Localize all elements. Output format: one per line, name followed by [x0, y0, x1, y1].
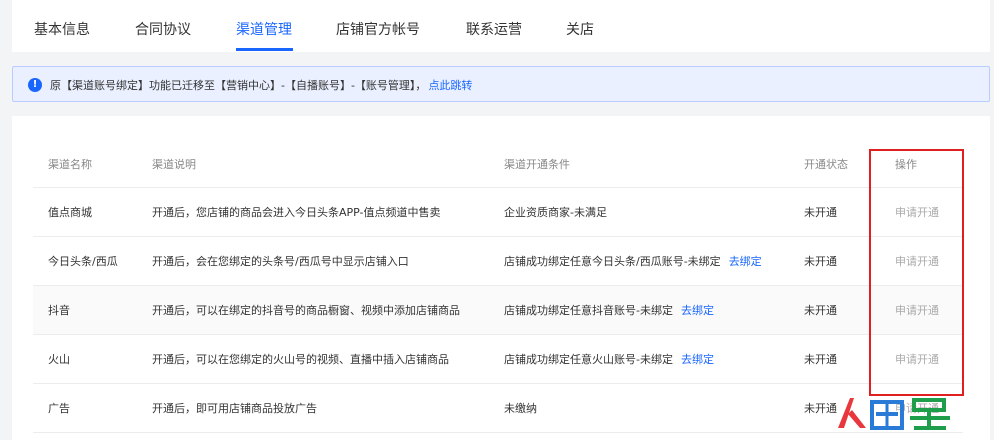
tab-close-store[interactable]: 关店: [566, 19, 594, 39]
header-channel-desc: 渠道说明: [152, 157, 196, 171]
tab-contract[interactable]: 合同协议: [135, 19, 191, 39]
active-tab-indicator: [236, 48, 293, 51]
tab-channel-management[interactable]: 渠道管理: [236, 19, 292, 39]
channel-status: 未开通: [804, 206, 837, 219]
bind-link[interactable]: 去绑定: [729, 253, 762, 269]
table-row: 抖音 开通后，可以在绑定的抖音号的商品橱窗、视频中添加店铺商品 店铺成功绑定任意…: [33, 286, 963, 335]
table-row: 广告 开通后，即可用店铺商品投放广告 未缴纳 未开通 申请开通: [33, 384, 963, 433]
notice-banner: ! 原【渠道账号绑定】功能已迁移至【营销中心】-【自播账号】-【账号管理】， 点此…: [12, 66, 990, 102]
bind-link[interactable]: 去绑定: [681, 302, 714, 318]
header-action: 操作: [895, 157, 917, 171]
bind-link[interactable]: 去绑定: [681, 351, 714, 367]
apply-open-button[interactable]: 申请开通: [895, 237, 939, 285]
apply-open-button[interactable]: 申请开通: [895, 188, 939, 236]
channel-name: 广告: [48, 402, 70, 415]
apply-open-button[interactable]: 申请开通: [895, 335, 939, 383]
table-row: 值点商城 开通后，您店铺的商品会进入今日头条APP-值点频道中售卖 企业资质商家…: [33, 188, 963, 237]
apply-open-button[interactable]: 申请开通: [895, 286, 939, 334]
channel-status: 未开通: [804, 255, 837, 268]
channel-desc: 开通后，可以在您绑定的火山号的视频、直播中插入店铺商品: [152, 353, 449, 366]
channel-desc: 开通后，可以在绑定的抖音号的商品橱窗、视频中添加店铺商品: [152, 304, 460, 317]
condition-text: 店铺成功绑定任意抖音账号-未绑定: [504, 304, 673, 317]
table-row: 火山 开通后，可以在您绑定的火山号的视频、直播中插入店铺商品 店铺成功绑定任意火…: [33, 335, 963, 384]
condition-text: 店铺成功绑定任意今日头条/西瓜账号-未绑定: [504, 255, 721, 268]
channel-name: 抖音: [48, 304, 70, 317]
channel-condition: 企业资质商家-未满足: [504, 206, 607, 219]
channel-name: 今日头条/西瓜: [48, 255, 118, 268]
channel-name: 值点商城: [48, 206, 92, 219]
table-header: 渠道名称 渠道说明 渠道开通条件 开通状态 操作: [33, 140, 963, 188]
header-channel-condition: 渠道开通条件: [504, 157, 570, 171]
notice-jump-link[interactable]: 点此跳转: [428, 79, 472, 92]
channel-condition: 未缴纳: [504, 402, 537, 415]
channel-table: 渠道名称 渠道说明 渠道开通条件 开通状态 操作 值点商城 开通后，您店铺的商品…: [33, 140, 963, 433]
header-status: 开通状态: [804, 157, 848, 171]
tab-official-account[interactable]: 店铺官方帐号: [336, 19, 420, 39]
channel-desc: 开通后，您店铺的商品会进入今日头条APP-值点频道中售卖: [152, 206, 441, 219]
channel-desc: 开通后，会在您绑定的头条号/西瓜号中显示店铺入口: [152, 255, 409, 268]
channel-desc: 开通后，即可用店铺商品投放广告: [152, 402, 317, 415]
watermark-glyphs: [838, 398, 950, 430]
tab-basic-info[interactable]: 基本信息: [34, 19, 90, 39]
table-row: 今日头条/西瓜 开通后，会在您绑定的头条号/西瓜号中显示店铺入口 店铺成功绑定任…: [33, 237, 963, 286]
tab-contact-operations[interactable]: 联系运营: [466, 19, 522, 39]
info-icon: !: [28, 78, 42, 92]
channel-name: 火山: [48, 353, 70, 366]
channel-condition: 店铺成功绑定任意今日头条/西瓜账号-未绑定 去绑定: [504, 237, 762, 285]
channel-condition: 店铺成功绑定任意火山账号-未绑定 去绑定: [504, 335, 714, 383]
channel-condition: 店铺成功绑定任意抖音账号-未绑定 去绑定: [504, 286, 714, 334]
notice-text: 原【渠道账号绑定】功能已迁移至【营销中心】-【自播账号】-【账号管理】， 点此跳转: [50, 77, 472, 93]
condition-text: 店铺成功绑定任意火山账号-未绑定: [504, 353, 673, 366]
channel-status: 未开通: [804, 304, 837, 317]
watermark-logo: [838, 398, 950, 430]
tab-bar: 基本信息 合同协议 渠道管理 店铺官方帐号 联系运营 关店: [12, 0, 990, 52]
notice-message: 原【渠道账号绑定】功能已迁移至【营销中心】-【自播账号】-【账号管理】，: [50, 79, 427, 92]
header-channel-name: 渠道名称: [48, 157, 92, 171]
channel-status: 未开通: [804, 353, 837, 366]
